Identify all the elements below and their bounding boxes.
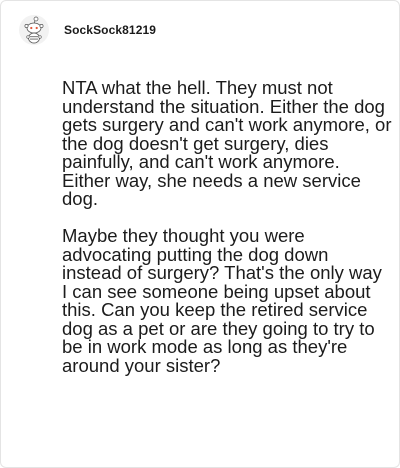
comment-paragraph: Maybe they thought you were advocating p… <box>62 225 382 376</box>
comment-paragraph: NTA what the hell. They must not underst… <box>62 77 392 209</box>
comment-header: SockSock81219 <box>19 15 156 45</box>
reddit-snoo-avatar-icon[interactable] <box>19 15 49 45</box>
comment-body: NTA what the hell. They must not underst… <box>62 77 392 376</box>
comment-card: SockSock81219 NTA what the hell. They mu… <box>0 0 400 468</box>
username-link[interactable]: SockSock81219 <box>64 23 156 37</box>
